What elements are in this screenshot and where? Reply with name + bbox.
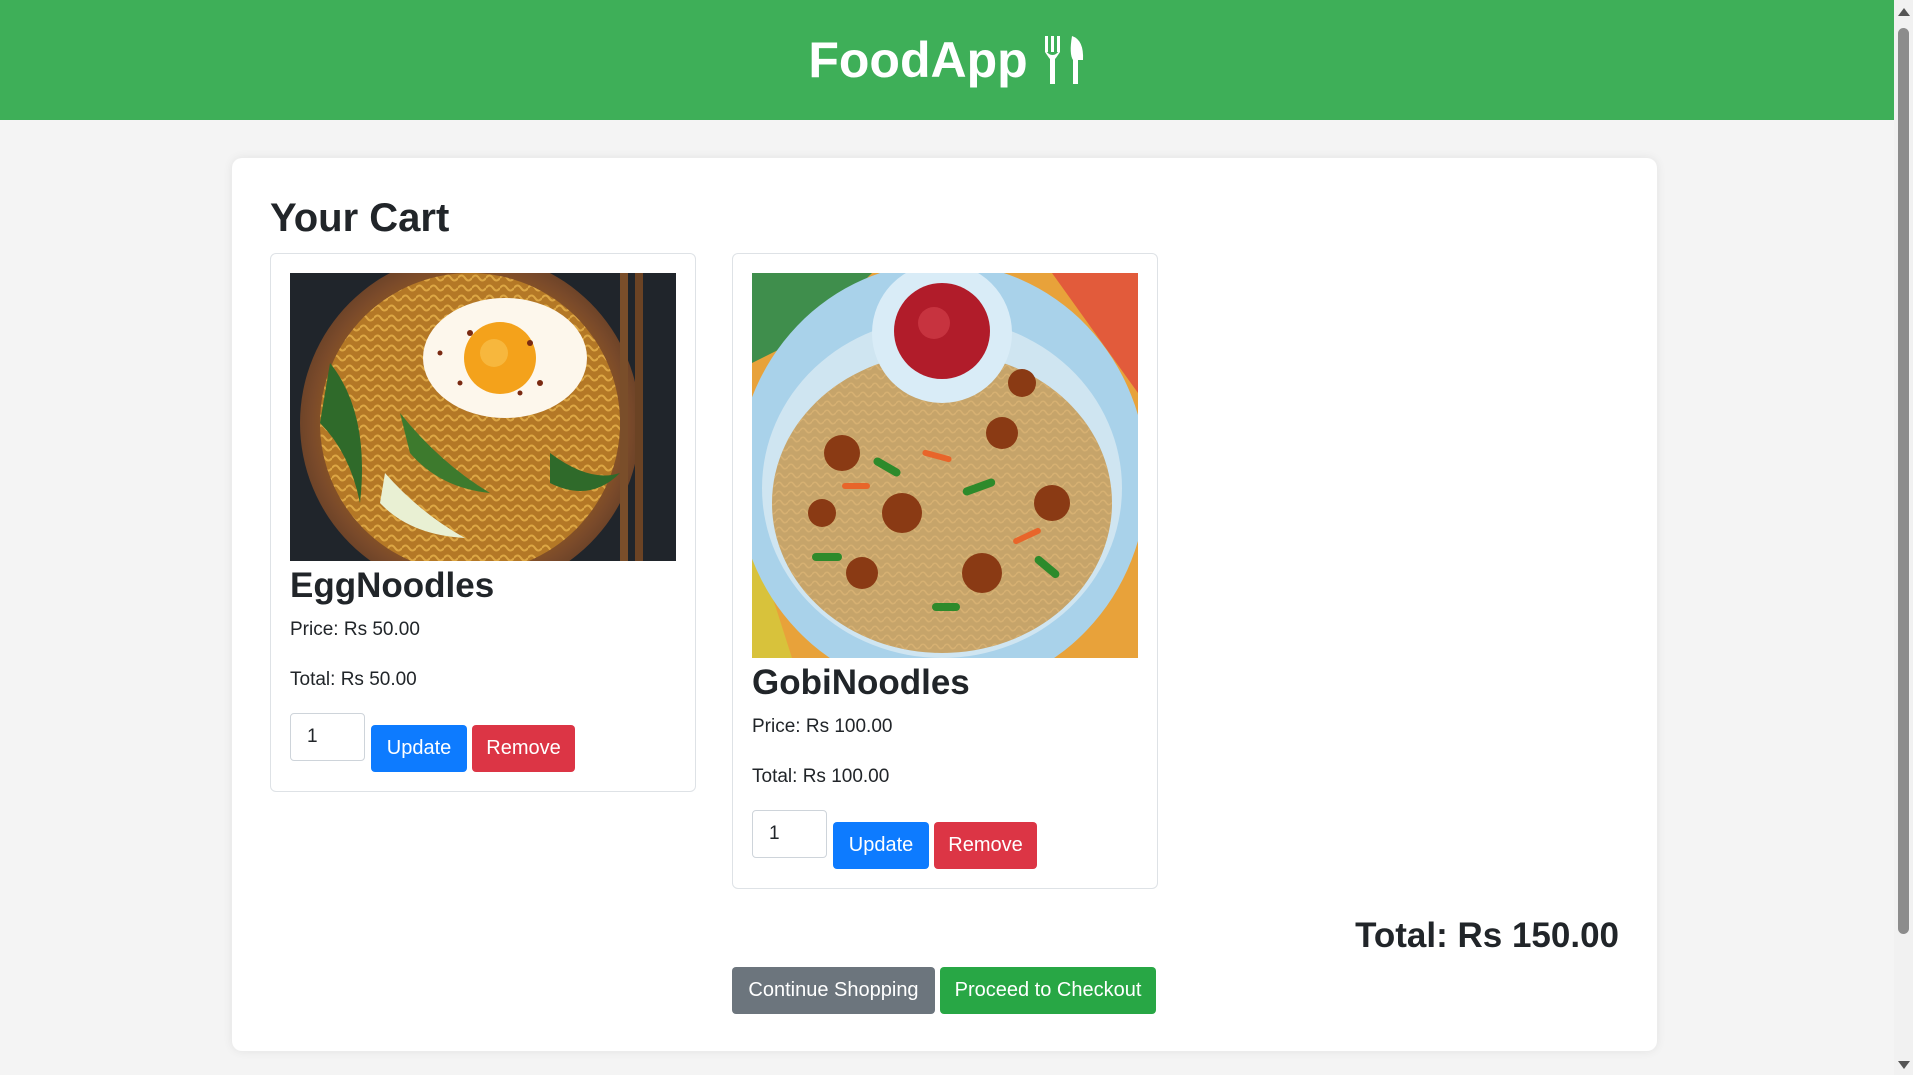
item-name: GobiNoodles bbox=[752, 663, 970, 702]
cart-container: Your Cart EggNoodles Price: Rs 50.00 Tot… bbox=[232, 158, 1657, 1051]
item-total: Total: Rs 100.00 bbox=[752, 766, 890, 787]
quantity-input[interactable] bbox=[752, 810, 827, 858]
grand-total: Total: Rs 150.00 bbox=[1355, 916, 1619, 955]
scroll-down-arrow-icon[interactable] bbox=[1898, 1061, 1910, 1069]
utensils-icon bbox=[1044, 36, 1083, 84]
cart-item-card: EggNoodles Price: Rs 50.00 Total: Rs 50.… bbox=[270, 253, 696, 792]
proceed-to-checkout-button[interactable]: Proceed to Checkout bbox=[940, 967, 1156, 1014]
item-total: Total: Rs 50.00 bbox=[290, 669, 417, 690]
quantity-input[interactable] bbox=[290, 713, 365, 761]
scroll-up-arrow-icon[interactable] bbox=[1898, 8, 1910, 16]
continue-shopping-button[interactable]: Continue Shopping bbox=[732, 967, 935, 1014]
item-price: Price: Rs 50.00 bbox=[290, 619, 420, 640]
page-scrollbar[interactable] bbox=[1894, 0, 1913, 1075]
brand-name: FoodApp bbox=[808, 32, 1028, 88]
page-title: Your Cart bbox=[270, 196, 450, 240]
remove-button[interactable]: Remove bbox=[472, 725, 575, 772]
item-price: Price: Rs 100.00 bbox=[752, 716, 893, 737]
egg-noodles-image bbox=[290, 273, 676, 561]
brand[interactable]: FoodApp bbox=[808, 31, 1085, 89]
gobi-noodles-image bbox=[752, 273, 1138, 658]
scrollbar-thumb[interactable] bbox=[1898, 28, 1909, 934]
item-name: EggNoodles bbox=[290, 566, 495, 605]
update-button[interactable]: Update bbox=[833, 822, 929, 869]
app-header: FoodApp bbox=[0, 0, 1894, 120]
cart-item-card: GobiNoodles Price: Rs 100.00 Total: Rs 1… bbox=[732, 253, 1158, 889]
update-button[interactable]: Update bbox=[371, 725, 467, 772]
remove-button[interactable]: Remove bbox=[934, 822, 1037, 869]
